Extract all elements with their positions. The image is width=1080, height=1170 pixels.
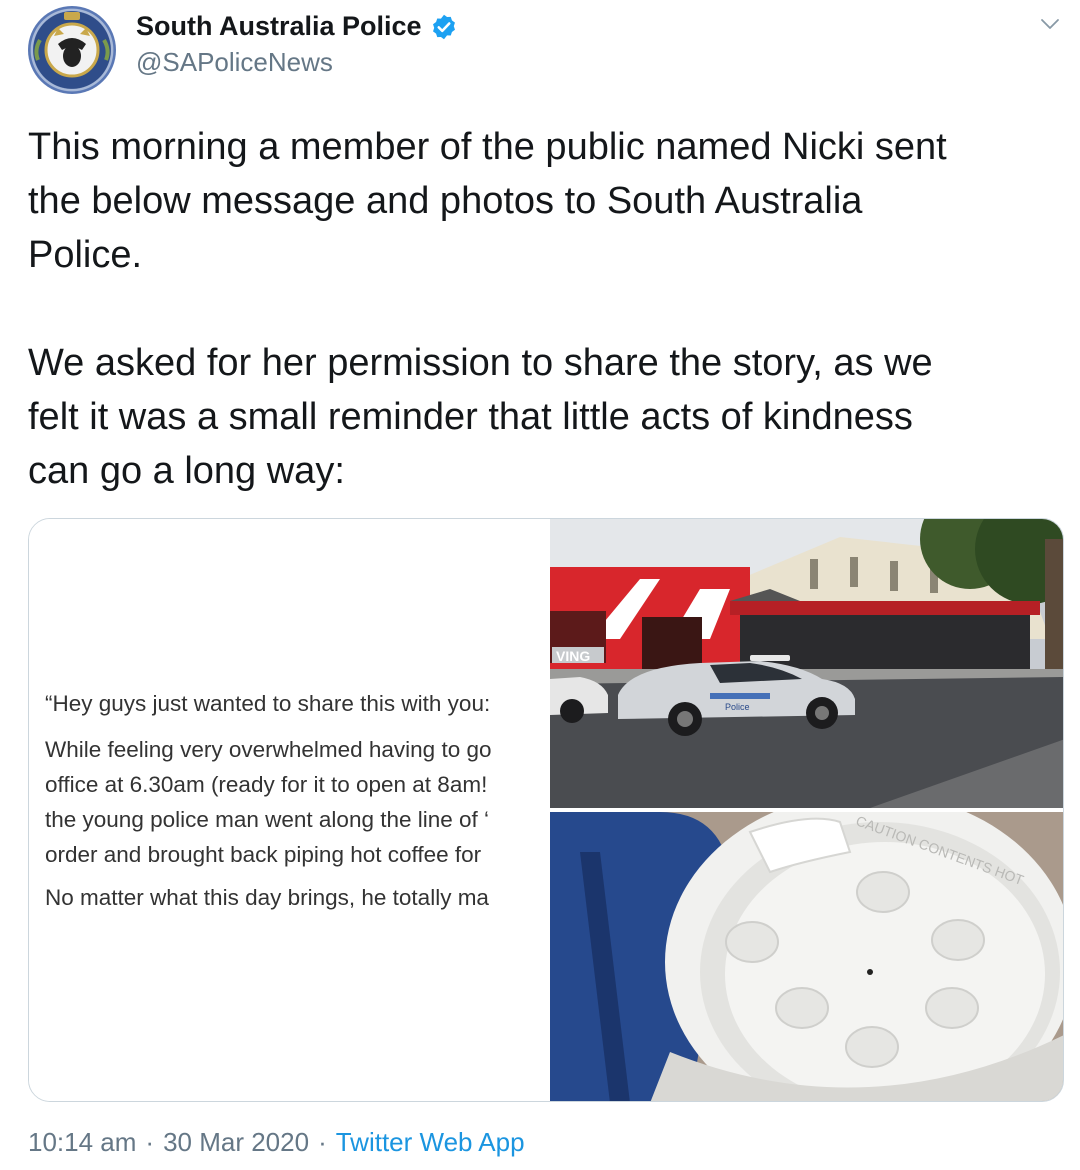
street-scene-image: VING Police bbox=[550, 519, 1063, 808]
tweet-source-link[interactable]: Twitter Web App bbox=[336, 1127, 525, 1158]
police-badge-avatar[interactable] bbox=[28, 6, 116, 94]
coffee-lid-image: CAUTION CONTENTS HOT bbox=[550, 812, 1063, 1101]
media-grid[interactable]: “Hey guys just wanted to share this with… bbox=[28, 518, 1064, 1102]
verified-badge-icon bbox=[432, 14, 455, 39]
street-police-car-photo[interactable]: VING Police bbox=[550, 519, 1063, 808]
coffee-cup-lid-photo[interactable]: CAUTION CONTENTS HOT bbox=[550, 812, 1063, 1101]
separator-dot: · bbox=[145, 1127, 155, 1157]
police-badge-icon bbox=[34, 12, 110, 78]
tweet-footer: 10:14 am · 30 Mar 2020 · Twitter Web App bbox=[28, 1127, 525, 1158]
message-line: “Hey guys just wanted to share this with… bbox=[45, 691, 491, 716]
separator-dot: · bbox=[318, 1127, 327, 1157]
tweet-paragraph: We asked for her permission to share the… bbox=[28, 342, 933, 492]
message-screenshot[interactable]: “Hey guys just wanted to share this with… bbox=[29, 519, 549, 1101]
tweet-header: South Australia Police @SAPoliceNews bbox=[0, 0, 1080, 100]
account-handle[interactable]: @SAPoliceNews bbox=[136, 47, 333, 78]
car-text: Police bbox=[725, 702, 750, 712]
tweet-time[interactable]: 10:14 am bbox=[28, 1127, 136, 1158]
message-line: While feeling very overwhelmed having to… bbox=[45, 737, 492, 867]
message-line: No matter what this day brings, he total… bbox=[45, 885, 489, 910]
chevron-down-icon[interactable] bbox=[1038, 12, 1062, 36]
signage-text: VING bbox=[556, 648, 590, 664]
tweet-date[interactable]: 30 Mar 2020 bbox=[163, 1127, 309, 1158]
tweet-paragraph: This morning a member of the public name… bbox=[28, 126, 947, 276]
display-name[interactable]: South Australia Police bbox=[136, 11, 422, 42]
tweet-text: This morning a member of the public name… bbox=[28, 120, 1058, 498]
